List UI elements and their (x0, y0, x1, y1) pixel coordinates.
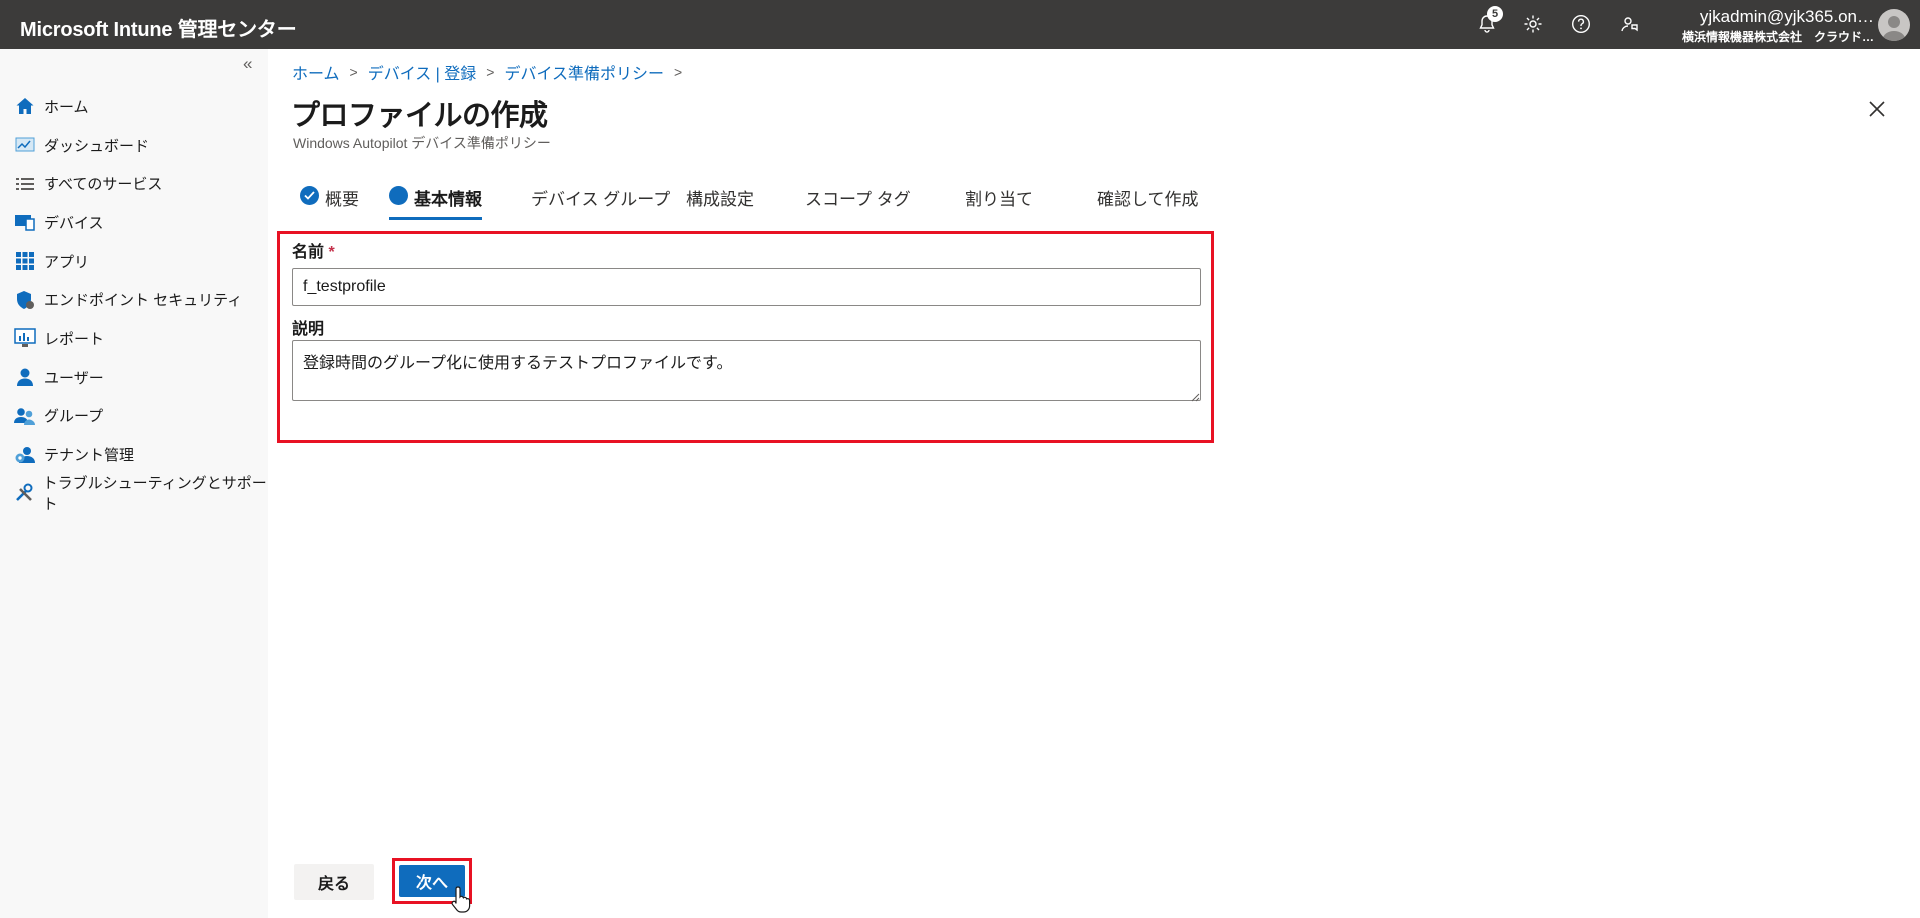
description-label: 説明 (292, 321, 325, 338)
name-field[interactable] (292, 268, 1201, 306)
breadcrumb-separator: > (674, 64, 683, 80)
breadcrumb-devices-enroll-link[interactable]: デバイス | 登録 (368, 60, 477, 84)
top-bar: Microsoft Intune 管理センター 5 yjkadmin@yjk36… (0, 0, 1920, 49)
name-label-text: 名前 (292, 244, 325, 261)
notification-badge: 5 (1487, 6, 1503, 22)
sidebar-item-label: ダッシュボード (44, 137, 150, 155)
main-content: ホーム > デバイス | 登録 > デバイス準備ポリシー > プロファイルの作成… (268, 49, 1920, 918)
breadcrumb-separator: > (349, 64, 358, 80)
tab-basics[interactable]: 基本情報 (389, 178, 482, 220)
sidebar-item-endpoint-security[interactable]: エンドポイント セキュリティ (0, 280, 268, 319)
tab-overview[interactable]: 概要 (300, 178, 359, 220)
breadcrumb: ホーム > デバイス | 登録 > デバイス準備ポリシー > (292, 60, 692, 84)
home-icon (13, 94, 37, 118)
shield-icon (13, 288, 37, 312)
breadcrumb-device-prep-policy-link[interactable]: デバイス準備ポリシー (504, 60, 664, 84)
feedback-icon[interactable] (1617, 12, 1641, 36)
form-highlight-frame (277, 231, 1214, 443)
tab-assignments[interactable]: 割り当て (965, 178, 1033, 220)
sidebar-item-label: トラブルシューティングとサポート (42, 475, 267, 514)
sidebar-item-reports[interactable]: レポート (0, 319, 268, 358)
group-icon (13, 404, 37, 428)
tab-label: スコープ タグ (805, 190, 911, 209)
tab-label: 確認して作成 (1097, 190, 1199, 209)
sidebar-item-home[interactable]: ホーム (0, 87, 268, 126)
sidebar-item-label: エンドポイント セキュリティ (44, 292, 243, 310)
sidebar-item-label: デバイス (44, 214, 104, 232)
sidebar-item-label: テナント管理 (44, 447, 135, 465)
back-button[interactable]: 戻る (294, 864, 374, 900)
avatar[interactable] (1878, 9, 1910, 41)
resize-handle-icon[interactable] (1190, 389, 1200, 402)
dashboard-icon (13, 133, 37, 157)
sidebar-item-tenant-admin[interactable]: テナント管理 (0, 435, 268, 474)
description-field[interactable]: 登録時間のグループ化に使用するテストプロファイルです。 (292, 340, 1201, 401)
sidebar-item-users[interactable]: ユーザー (0, 358, 268, 397)
breadcrumb-home-link[interactable]: ホーム (292, 60, 340, 84)
bell-icon[interactable]: 5 (1475, 6, 1503, 36)
sidebar-item-label: ホーム (44, 98, 89, 116)
sidebar-item-label: アプリ (44, 253, 90, 271)
current-step-icon (389, 186, 408, 205)
breadcrumb-separator: > (486, 64, 495, 80)
tab-label: 概要 (325, 190, 359, 209)
account-info[interactable]: yjkadmin@yjk365.on… 横浜情報機器株式会社 クラウド… (1678, 7, 1874, 45)
tab-label: 構成設定 (686, 190, 754, 209)
sidebar-nav: ホーム ダッシュボード すべてのサービス デバイス アプリ エンドポイント セキ… (0, 87, 268, 513)
tenant-admin-icon (13, 443, 37, 467)
required-mark: * (328, 244, 335, 261)
account-tenant: 横浜情報機器株式会社 クラウド… (1681, 30, 1874, 44)
collapse-sidebar-button[interactable]: « (243, 54, 252, 74)
apps-grid-icon (13, 249, 37, 273)
hand-cursor-icon (450, 885, 476, 915)
sidebar-item-troubleshooting[interactable]: トラブルシューティングとサポート (0, 474, 268, 513)
tab-scope-tags[interactable]: スコープ タグ (805, 178, 911, 220)
sidebar-item-apps[interactable]: アプリ (0, 242, 268, 281)
list-icon (13, 172, 37, 196)
tab-review-create[interactable]: 確認して作成 (1097, 178, 1199, 220)
sidebar-item-all-services[interactable]: すべてのサービス (0, 164, 268, 203)
tab-label: 基本情報 (414, 190, 482, 209)
account-email: yjkadmin@yjk365.on… (1699, 7, 1874, 26)
report-icon (13, 326, 37, 350)
sidebar-item-groups[interactable]: グループ (0, 397, 268, 436)
sidebar-item-label: グループ (44, 408, 104, 426)
app-title[interactable]: Microsoft Intune 管理センター (20, 13, 297, 42)
help-icon[interactable] (1569, 12, 1593, 36)
check-icon (300, 186, 319, 205)
gear-icon[interactable] (1521, 12, 1545, 36)
tab-device-group[interactable]: デバイス グループ (531, 178, 670, 220)
devices-icon (13, 210, 37, 234)
name-label: 名前 * (292, 238, 335, 262)
page-title: プロファイルの作成 (291, 100, 548, 132)
sidebar: « ホーム ダッシュボード すべてのサービス デバイス アプリ エンドポイント … (0, 49, 268, 918)
tools-icon (13, 481, 36, 505)
tab-configuration[interactable]: 構成設定 (686, 178, 754, 220)
sidebar-item-devices[interactable]: デバイス (0, 203, 268, 242)
close-icon[interactable] (1865, 97, 1889, 121)
tab-label: 割り当て (965, 190, 1033, 209)
sidebar-item-dashboard[interactable]: ダッシュボード (0, 126, 268, 165)
page-subtitle: Windows Autopilot デバイス準備ポリシー (293, 135, 551, 151)
tab-label: デバイス グループ (531, 190, 671, 209)
sidebar-item-label: レポート (44, 330, 105, 348)
user-icon (13, 365, 37, 389)
more-options-button[interactable]: … (530, 97, 548, 118)
sidebar-item-label: すべてのサービス (44, 176, 163, 194)
sidebar-item-label: ユーザー (44, 369, 104, 387)
